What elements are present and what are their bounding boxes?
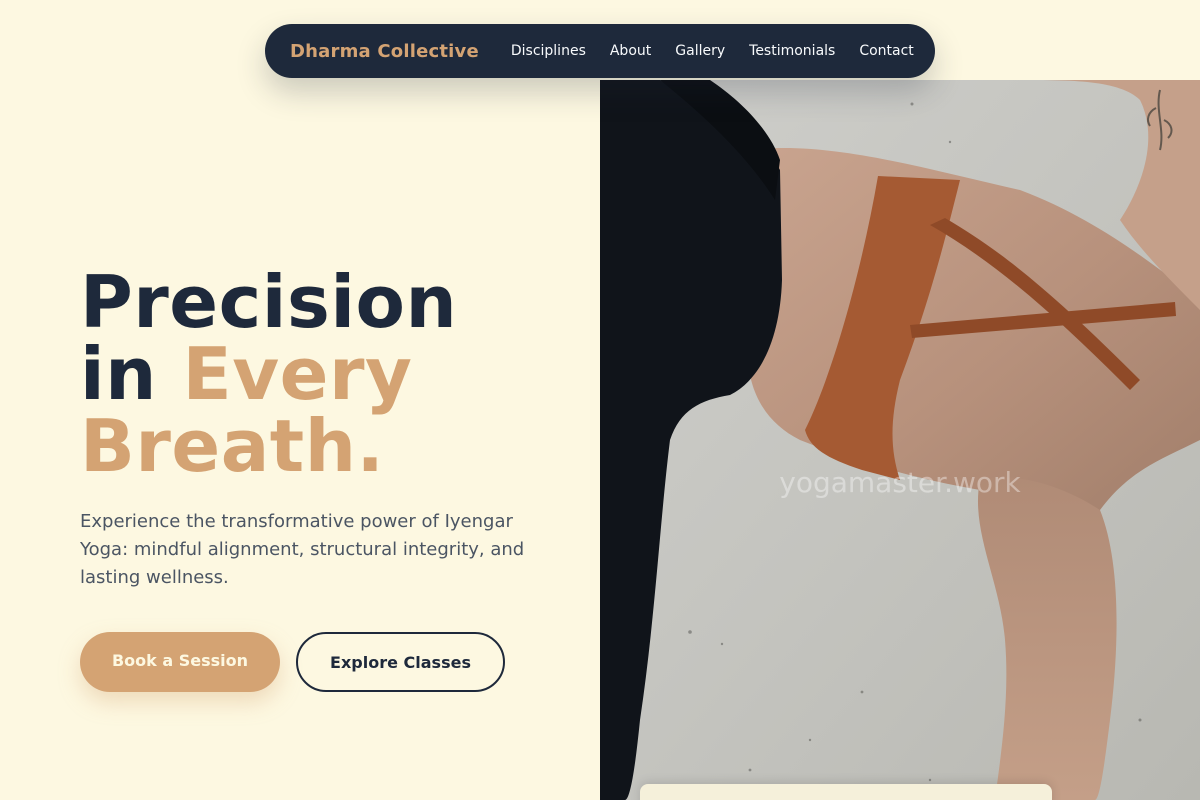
headline-line-2: in Every xyxy=(80,338,457,410)
hero-subtext: Experience the transformative power of I… xyxy=(80,511,525,588)
headline-accent-breath: Breath. xyxy=(80,404,385,488)
nav-link-contact[interactable]: Contact xyxy=(859,43,913,59)
brand-logo[interactable]: Dharma Collective xyxy=(290,41,479,62)
hero-headline: Precision in Every Breath. xyxy=(80,266,457,482)
nav-link-testimonials[interactable]: Testimonials xyxy=(749,43,835,59)
nav-links: Disciplines About Gallery Testimonials C… xyxy=(511,43,914,59)
bottom-info-card xyxy=(640,784,1052,800)
nav-link-disciplines[interactable]: Disciplines xyxy=(511,43,586,59)
headline-line-1: Precision xyxy=(80,260,458,344)
explore-classes-button[interactable]: Explore Classes xyxy=(296,632,505,692)
book-session-button[interactable]: Book a Session xyxy=(80,632,280,692)
landing-page: Dharma Collective Disciplines About Gall… xyxy=(0,0,1200,800)
image-watermark: yogamaster.work xyxy=(779,466,1021,499)
yoga-pose-illustration xyxy=(600,80,1200,800)
nav-link-about[interactable]: About xyxy=(610,43,651,59)
top-navigation: Dharma Collective Disciplines About Gall… xyxy=(265,24,935,78)
hero-image: yogamaster.work xyxy=(600,80,1200,800)
nav-link-gallery[interactable]: Gallery xyxy=(675,43,725,59)
